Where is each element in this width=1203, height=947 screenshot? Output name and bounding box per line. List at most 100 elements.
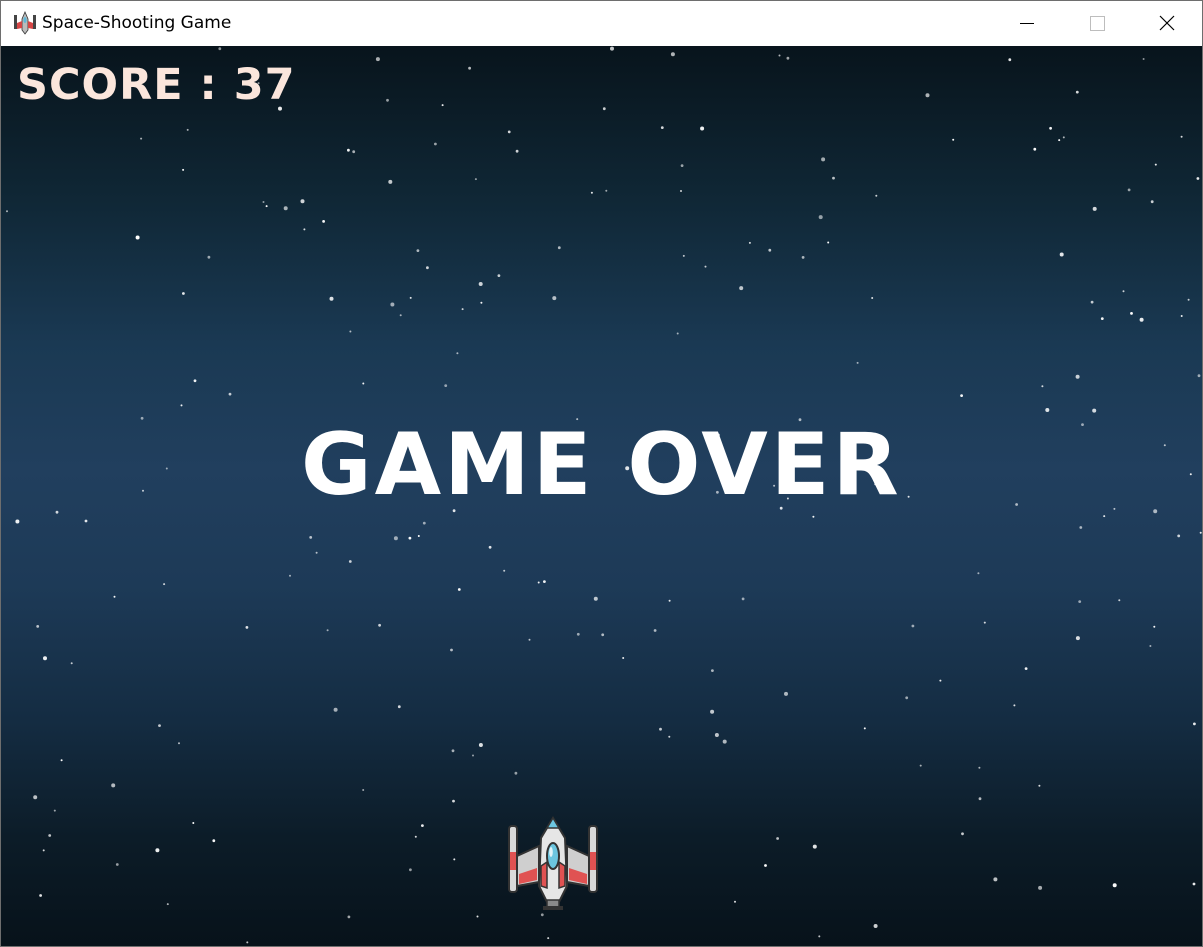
- star: [1045, 408, 1050, 412]
- star: [113, 595, 116, 598]
- star: [911, 624, 915, 628]
- star: [135, 235, 140, 240]
- star: [452, 799, 455, 803]
- star: [1153, 625, 1156, 628]
- star: [714, 733, 719, 737]
- star: [1122, 290, 1125, 293]
- star: [388, 179, 393, 184]
- star: [1078, 600, 1082, 603]
- maximize-button[interactable]: [1062, 1, 1132, 46]
- star: [497, 274, 501, 277]
- star: [1041, 385, 1044, 388]
- star: [1196, 177, 1200, 180]
- star: [408, 536, 412, 540]
- star: [552, 296, 557, 301]
- game-window: Space-Shooting Game SCORE : 37 GAME OVER: [0, 0, 1203, 947]
- star: [1187, 298, 1190, 301]
- star: [856, 361, 859, 364]
- star: [1058, 139, 1061, 142]
- star: [478, 743, 483, 747]
- star: [441, 104, 444, 107]
- star: [1180, 135, 1183, 138]
- game-over-message: GAME OVER: [301, 415, 902, 515]
- star: [610, 46, 614, 51]
- star: [142, 489, 144, 492]
- star: [60, 759, 63, 762]
- star: [166, 903, 169, 906]
- star: [722, 739, 727, 744]
- star: [326, 629, 329, 632]
- star: [182, 292, 185, 295]
- star: [907, 495, 910, 498]
- star: [1113, 507, 1116, 510]
- star: [193, 379, 197, 383]
- star: [660, 126, 664, 129]
- star: [1049, 126, 1052, 130]
- star: [734, 900, 736, 903]
- star: [784, 691, 788, 696]
- star: [748, 241, 751, 244]
- star: [993, 877, 998, 882]
- star: [378, 623, 381, 627]
- star: [476, 915, 479, 918]
- window-title: Space-Shooting Game: [42, 13, 232, 33]
- star: [180, 404, 183, 407]
- minimize-button[interactable]: [992, 1, 1062, 46]
- title-bar[interactable]: Space-Shooting Game: [1, 1, 1202, 46]
- star: [1142, 58, 1145, 60]
- star: [1081, 423, 1084, 426]
- star: [543, 580, 546, 583]
- star: [557, 246, 561, 250]
- star: [1127, 188, 1131, 192]
- star: [821, 157, 826, 162]
- star: [362, 382, 365, 385]
- star: [362, 789, 365, 791]
- star: [53, 809, 56, 812]
- star: [347, 915, 351, 919]
- star: [409, 868, 412, 872]
- star: [1177, 534, 1181, 538]
- star: [55, 510, 59, 514]
- star: [622, 657, 625, 659]
- star: [207, 255, 211, 259]
- game-canvas[interactable]: SCORE : 37 GAME OVER: [1, 46, 1202, 946]
- star: [1075, 90, 1079, 94]
- star: [680, 190, 682, 192]
- star: [182, 168, 185, 171]
- star: [547, 937, 550, 940]
- star: [375, 57, 380, 62]
- star: [1139, 317, 1144, 322]
- star: [474, 178, 477, 181]
- star: [417, 535, 420, 537]
- star: [925, 93, 930, 98]
- star: [84, 519, 88, 523]
- star: [315, 551, 318, 554]
- star: [832, 176, 835, 180]
- star: [801, 256, 805, 259]
- close-icon: [1159, 15, 1175, 31]
- star: [576, 632, 580, 636]
- star: [1197, 374, 1201, 378]
- star: [1038, 784, 1041, 787]
- star: [905, 696, 909, 700]
- close-button[interactable]: [1132, 1, 1202, 46]
- star: [212, 839, 216, 843]
- score-display: SCORE : 37: [17, 60, 296, 110]
- star: [349, 330, 352, 333]
- star: [1013, 704, 1016, 707]
- star: [1180, 315, 1183, 317]
- star: [786, 56, 790, 60]
- star: [451, 749, 455, 753]
- star: [680, 164, 684, 167]
- star: [605, 189, 608, 192]
- star: [668, 735, 671, 738]
- star: [111, 783, 116, 788]
- star: [309, 536, 313, 539]
- star: [778, 54, 781, 57]
- star: [450, 648, 453, 652]
- star: [590, 191, 593, 194]
- star: [386, 98, 389, 102]
- star: [871, 297, 874, 299]
- star: [444, 384, 448, 387]
- star: [348, 560, 352, 563]
